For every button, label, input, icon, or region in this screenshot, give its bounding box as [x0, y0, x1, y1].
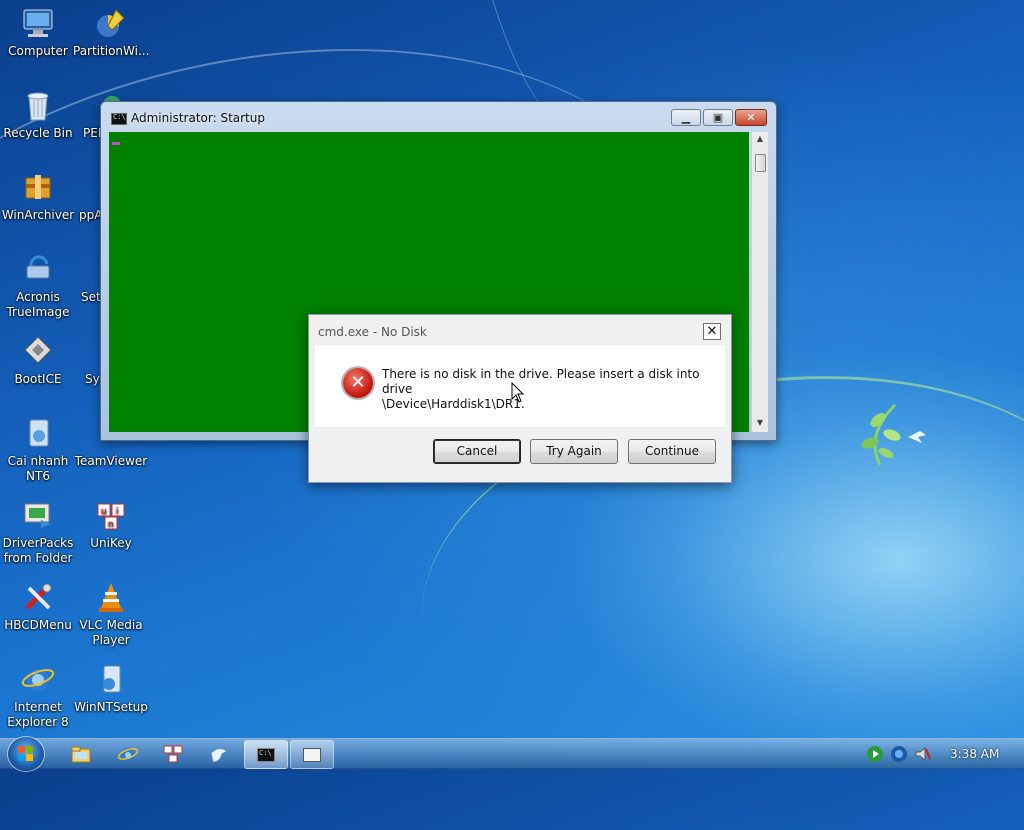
desktop-icon-hbcdmenu[interactable]: HBCDMenu [0, 580, 76, 633]
desktop-icon-partitionwizard[interactable]: PartitionWi... [73, 6, 149, 59]
continue-button[interactable]: Continue [628, 439, 716, 464]
close-icon: ✕ [746, 111, 756, 124]
desktop-icon-label: Computer [8, 44, 68, 58]
desktop-icon-label: Recycle Bin [3, 126, 73, 140]
scroll-up-icon[interactable]: ▲ [752, 134, 768, 146]
dialog-message: There is no disk in the drive. Please in… [382, 367, 712, 412]
dialog-message-line: There is no disk in the drive. Please in… [382, 367, 700, 396]
desktop-icon-cai-nhanh[interactable]: Cai nhanh NT6 [0, 416, 76, 484]
volume-icon[interactable] [914, 745, 932, 763]
explorer-icon[interactable] [70, 743, 92, 765]
media-player-icon[interactable] [866, 745, 884, 763]
internet-explorer-icon[interactable] [117, 743, 139, 765]
cmd-titlebar[interactable]: C:\ Administrator: Startup ▁ ▣ ✕ [101, 102, 776, 130]
tools-icon [21, 580, 55, 614]
desktop-icon-vlc[interactable]: VLC Media Player [73, 580, 149, 648]
minimize-icon: ▁ [681, 111, 691, 124]
acronis-icon [21, 252, 55, 286]
desktop-icon-label: WinArchiver [1, 208, 75, 222]
try-again-button[interactable]: Try Again [530, 439, 618, 464]
desktop-icon-unikey[interactable]: uin UniKey [73, 498, 149, 551]
desktop-icon-internet-explorer[interactable]: Internet Explorer 8 [0, 662, 76, 730]
cancel-button[interactable]: Cancel [433, 439, 521, 464]
driverpacks-icon [21, 498, 55, 532]
unikey-icon: uin [94, 498, 128, 532]
dialog-title: cmd.exe - No Disk [318, 325, 427, 339]
dialog-message-line: \Device\Harddisk1\DR1. [382, 397, 525, 411]
recycle-bin-icon [21, 88, 55, 122]
installer-icon [21, 416, 55, 450]
taskbar: C:\ 3:38 AM [0, 737, 1024, 771]
svg-text:u: u [101, 507, 107, 517]
window-title: Administrator: Startup [131, 111, 265, 125]
desktop-icon-label: TeamViewer [74, 454, 148, 468]
maximize-button[interactable]: ▣ [703, 109, 733, 126]
network-tray-icon[interactable] [890, 745, 908, 763]
mouse-pointer-icon [511, 382, 525, 403]
computer-icon [21, 6, 55, 40]
desktop-icon-label: VLC Media Player [79, 618, 143, 647]
desktop-icon-label: Acronis TrueImage [6, 290, 70, 319]
wallpaper-leaf-logo [861, 403, 926, 466]
desktop-icon-label: WinNTSetup [74, 700, 148, 714]
vlc-cone-icon [94, 580, 128, 614]
windows-logo-icon [18, 746, 34, 762]
internet-explorer-icon [21, 662, 55, 696]
desktop-icon-recycle-bin[interactable]: Recycle Bin [0, 88, 76, 141]
start-button[interactable] [8, 737, 44, 771]
desktop-icon-driverpacks[interactable]: DriverPacks from Folder [0, 498, 76, 566]
desktop-icon-label: Cai nhanh NT6 [7, 454, 69, 483]
scroll-down-icon[interactable]: ▼ [752, 418, 768, 430]
cmd-task-2[interactable] [290, 740, 334, 769]
error-icon: ✕ [343, 368, 373, 398]
close-icon: ✕ [706, 324, 718, 339]
bootice-icon [21, 334, 55, 368]
desktop-icon-acronis[interactable]: Acronis TrueImage [0, 252, 76, 320]
minimize-button[interactable]: ▁ [671, 109, 701, 126]
desktop-icon-label: BootICE [14, 372, 62, 386]
close-button[interactable]: ✕ [735, 109, 767, 126]
desktop-icon-winntsetup[interactable]: WinNTSetup [73, 662, 149, 715]
cmd-task[interactable]: C:\ [244, 740, 288, 769]
partition-wizard-icon [94, 6, 128, 40]
winarchiver-icon [21, 170, 55, 204]
winntsetup-icon [94, 662, 128, 696]
bird-icon[interactable] [208, 743, 230, 765]
desktop-icon-winarchiver[interactable]: WinArchiver [0, 170, 76, 223]
clock[interactable]: 3:38 AM [950, 747, 999, 761]
scroll-thumb[interactable] [755, 154, 766, 172]
desktop-icon-label: PartitionWi... [73, 44, 150, 58]
vertical-scrollbar[interactable]: ▲ ▼ [751, 132, 768, 432]
cmd-icon: C:\ [111, 113, 127, 125]
desktop-icon-label: HBCDMenu [4, 618, 72, 632]
network-icon[interactable] [162, 743, 184, 765]
window-icon [303, 748, 321, 762]
dialog-close-button[interactable]: ✕ [703, 323, 721, 340]
desktop-icon-label: UniKey [90, 536, 132, 550]
desktop-icon-bootice[interactable]: BootICE [0, 334, 76, 387]
desktop-icon-label: DriverPacks from Folder [2, 536, 74, 565]
svg-text:i: i [116, 507, 119, 517]
maximize-icon: ▣ [712, 111, 724, 124]
text-cursor [112, 142, 120, 145]
cmd-icon: C:\ [257, 748, 275, 762]
svg-text:n: n [108, 520, 114, 530]
desktop-icon-computer[interactable]: Computer [0, 6, 76, 59]
system-tray [862, 739, 1024, 769]
desktop-icon-label: Internet Explorer 8 [7, 700, 69, 729]
